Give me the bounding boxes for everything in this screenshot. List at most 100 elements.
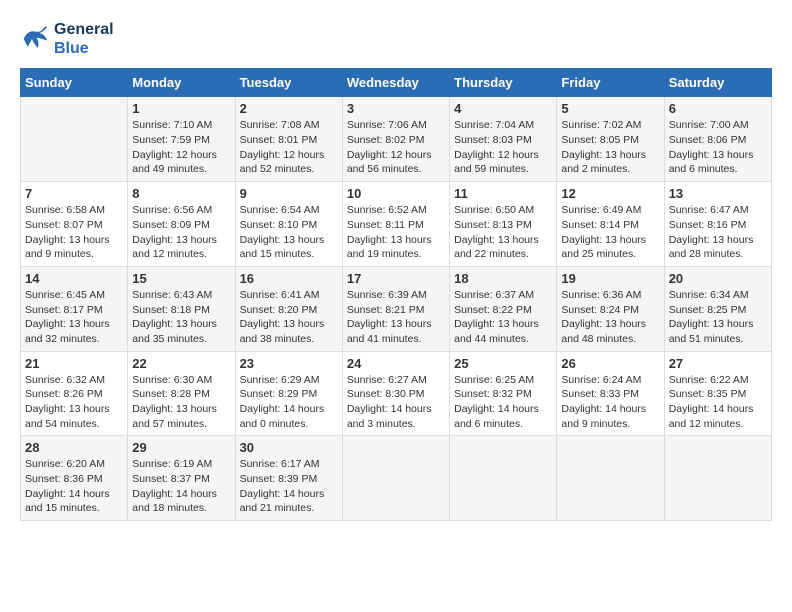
calendar-cell: 29 Sunrise: 6:19 AMSunset: 8:37 PMDaylig… xyxy=(128,436,235,521)
calendar-cell: 26 Sunrise: 6:24 AMSunset: 8:33 PMDaylig… xyxy=(557,351,664,436)
day-info: Sunrise: 6:27 AMSunset: 8:30 PMDaylight:… xyxy=(347,373,445,432)
weekday-header: Thursday xyxy=(450,69,557,97)
day-info: Sunrise: 6:22 AMSunset: 8:35 PMDaylight:… xyxy=(669,373,767,432)
page-header: General Blue xyxy=(20,20,772,58)
calendar-cell: 13 Sunrise: 6:47 AMSunset: 8:16 PMDaylig… xyxy=(664,182,771,267)
calendar-cell: 15 Sunrise: 6:43 AMSunset: 8:18 PMDaylig… xyxy=(128,266,235,351)
day-info: Sunrise: 6:17 AMSunset: 8:39 PMDaylight:… xyxy=(240,457,338,516)
weekday-row: SundayMondayTuesdayWednesdayThursdayFrid… xyxy=(21,69,772,97)
day-number: 19 xyxy=(561,271,659,286)
day-info: Sunrise: 7:08 AMSunset: 8:01 PMDaylight:… xyxy=(240,118,338,177)
calendar-cell: 28 Sunrise: 6:20 AMSunset: 8:36 PMDaylig… xyxy=(21,436,128,521)
day-number: 15 xyxy=(132,271,230,286)
weekday-header: Monday xyxy=(128,69,235,97)
day-info: Sunrise: 6:52 AMSunset: 8:11 PMDaylight:… xyxy=(347,203,445,262)
calendar-cell: 19 Sunrise: 6:36 AMSunset: 8:24 PMDaylig… xyxy=(557,266,664,351)
day-info: Sunrise: 6:32 AMSunset: 8:26 PMDaylight:… xyxy=(25,373,123,432)
day-number: 10 xyxy=(347,186,445,201)
day-number: 3 xyxy=(347,101,445,116)
day-number: 18 xyxy=(454,271,552,286)
logo-icon xyxy=(20,24,50,54)
day-info: Sunrise: 6:50 AMSunset: 8:13 PMDaylight:… xyxy=(454,203,552,262)
calendar-week-row: 14 Sunrise: 6:45 AMSunset: 8:17 PMDaylig… xyxy=(21,266,772,351)
logo-text: General Blue xyxy=(54,20,114,58)
day-info: Sunrise: 6:30 AMSunset: 8:28 PMDaylight:… xyxy=(132,373,230,432)
calendar-cell: 17 Sunrise: 6:39 AMSunset: 8:21 PMDaylig… xyxy=(342,266,449,351)
calendar-cell: 25 Sunrise: 6:25 AMSunset: 8:32 PMDaylig… xyxy=(450,351,557,436)
day-info: Sunrise: 7:02 AMSunset: 8:05 PMDaylight:… xyxy=(561,118,659,177)
calendar-body: 1 Sunrise: 7:10 AMSunset: 7:59 PMDayligh… xyxy=(21,97,772,521)
calendar-cell: 1 Sunrise: 7:10 AMSunset: 7:59 PMDayligh… xyxy=(128,97,235,182)
day-number: 25 xyxy=(454,356,552,371)
calendar-cell: 14 Sunrise: 6:45 AMSunset: 8:17 PMDaylig… xyxy=(21,266,128,351)
day-info: Sunrise: 6:54 AMSunset: 8:10 PMDaylight:… xyxy=(240,203,338,262)
calendar-cell: 30 Sunrise: 6:17 AMSunset: 8:39 PMDaylig… xyxy=(235,436,342,521)
calendar-table: SundayMondayTuesdayWednesdayThursdayFrid… xyxy=(20,68,772,521)
day-number: 2 xyxy=(240,101,338,116)
day-info: Sunrise: 6:20 AMSunset: 8:36 PMDaylight:… xyxy=(25,457,123,516)
weekday-header: Friday xyxy=(557,69,664,97)
day-number: 6 xyxy=(669,101,767,116)
calendar-cell: 27 Sunrise: 6:22 AMSunset: 8:35 PMDaylig… xyxy=(664,351,771,436)
day-number: 17 xyxy=(347,271,445,286)
day-info: Sunrise: 6:43 AMSunset: 8:18 PMDaylight:… xyxy=(132,288,230,347)
day-number: 9 xyxy=(240,186,338,201)
calendar-week-row: 1 Sunrise: 7:10 AMSunset: 7:59 PMDayligh… xyxy=(21,97,772,182)
day-number: 13 xyxy=(669,186,767,201)
weekday-header: Tuesday xyxy=(235,69,342,97)
calendar-cell: 22 Sunrise: 6:30 AMSunset: 8:28 PMDaylig… xyxy=(128,351,235,436)
calendar-cell: 5 Sunrise: 7:02 AMSunset: 8:05 PMDayligh… xyxy=(557,97,664,182)
day-number: 11 xyxy=(454,186,552,201)
calendar-cell: 8 Sunrise: 6:56 AMSunset: 8:09 PMDayligh… xyxy=(128,182,235,267)
calendar-cell: 9 Sunrise: 6:54 AMSunset: 8:10 PMDayligh… xyxy=(235,182,342,267)
weekday-header: Saturday xyxy=(664,69,771,97)
day-number: 22 xyxy=(132,356,230,371)
day-number: 7 xyxy=(25,186,123,201)
day-info: Sunrise: 6:58 AMSunset: 8:07 PMDaylight:… xyxy=(25,203,123,262)
day-info: Sunrise: 7:00 AMSunset: 8:06 PMDaylight:… xyxy=(669,118,767,177)
calendar-week-row: 28 Sunrise: 6:20 AMSunset: 8:36 PMDaylig… xyxy=(21,436,772,521)
day-number: 23 xyxy=(240,356,338,371)
day-number: 4 xyxy=(454,101,552,116)
day-info: Sunrise: 7:04 AMSunset: 8:03 PMDaylight:… xyxy=(454,118,552,177)
day-number: 16 xyxy=(240,271,338,286)
day-info: Sunrise: 7:10 AMSunset: 7:59 PMDaylight:… xyxy=(132,118,230,177)
day-info: Sunrise: 6:47 AMSunset: 8:16 PMDaylight:… xyxy=(669,203,767,262)
calendar-cell: 10 Sunrise: 6:52 AMSunset: 8:11 PMDaylig… xyxy=(342,182,449,267)
day-info: Sunrise: 6:41 AMSunset: 8:20 PMDaylight:… xyxy=(240,288,338,347)
calendar-cell: 24 Sunrise: 6:27 AMSunset: 8:30 PMDaylig… xyxy=(342,351,449,436)
day-number: 14 xyxy=(25,271,123,286)
calendar-cell: 12 Sunrise: 6:49 AMSunset: 8:14 PMDaylig… xyxy=(557,182,664,267)
calendar-cell xyxy=(450,436,557,521)
day-info: Sunrise: 6:45 AMSunset: 8:17 PMDaylight:… xyxy=(25,288,123,347)
day-number: 26 xyxy=(561,356,659,371)
logo: General Blue xyxy=(20,20,114,58)
calendar-week-row: 21 Sunrise: 6:32 AMSunset: 8:26 PMDaylig… xyxy=(21,351,772,436)
day-number: 27 xyxy=(669,356,767,371)
calendar-cell: 2 Sunrise: 7:08 AMSunset: 8:01 PMDayligh… xyxy=(235,97,342,182)
day-number: 8 xyxy=(132,186,230,201)
calendar-cell: 4 Sunrise: 7:04 AMSunset: 8:03 PMDayligh… xyxy=(450,97,557,182)
calendar-cell: 23 Sunrise: 6:29 AMSunset: 8:29 PMDaylig… xyxy=(235,351,342,436)
day-info: Sunrise: 6:39 AMSunset: 8:21 PMDaylight:… xyxy=(347,288,445,347)
day-info: Sunrise: 6:19 AMSunset: 8:37 PMDaylight:… xyxy=(132,457,230,516)
day-info: Sunrise: 7:06 AMSunset: 8:02 PMDaylight:… xyxy=(347,118,445,177)
calendar-header: SundayMondayTuesdayWednesdayThursdayFrid… xyxy=(21,69,772,97)
day-info: Sunrise: 6:25 AMSunset: 8:32 PMDaylight:… xyxy=(454,373,552,432)
calendar-cell: 16 Sunrise: 6:41 AMSunset: 8:20 PMDaylig… xyxy=(235,266,342,351)
day-number: 5 xyxy=(561,101,659,116)
weekday-header: Wednesday xyxy=(342,69,449,97)
calendar-cell xyxy=(342,436,449,521)
day-info: Sunrise: 6:24 AMSunset: 8:33 PMDaylight:… xyxy=(561,373,659,432)
calendar-cell xyxy=(557,436,664,521)
day-number: 29 xyxy=(132,440,230,455)
day-info: Sunrise: 6:49 AMSunset: 8:14 PMDaylight:… xyxy=(561,203,659,262)
day-number: 21 xyxy=(25,356,123,371)
calendar-cell xyxy=(21,97,128,182)
calendar-cell: 7 Sunrise: 6:58 AMSunset: 8:07 PMDayligh… xyxy=(21,182,128,267)
day-number: 24 xyxy=(347,356,445,371)
calendar-cell: 20 Sunrise: 6:34 AMSunset: 8:25 PMDaylig… xyxy=(664,266,771,351)
day-info: Sunrise: 6:36 AMSunset: 8:24 PMDaylight:… xyxy=(561,288,659,347)
day-number: 28 xyxy=(25,440,123,455)
calendar-week-row: 7 Sunrise: 6:58 AMSunset: 8:07 PMDayligh… xyxy=(21,182,772,267)
